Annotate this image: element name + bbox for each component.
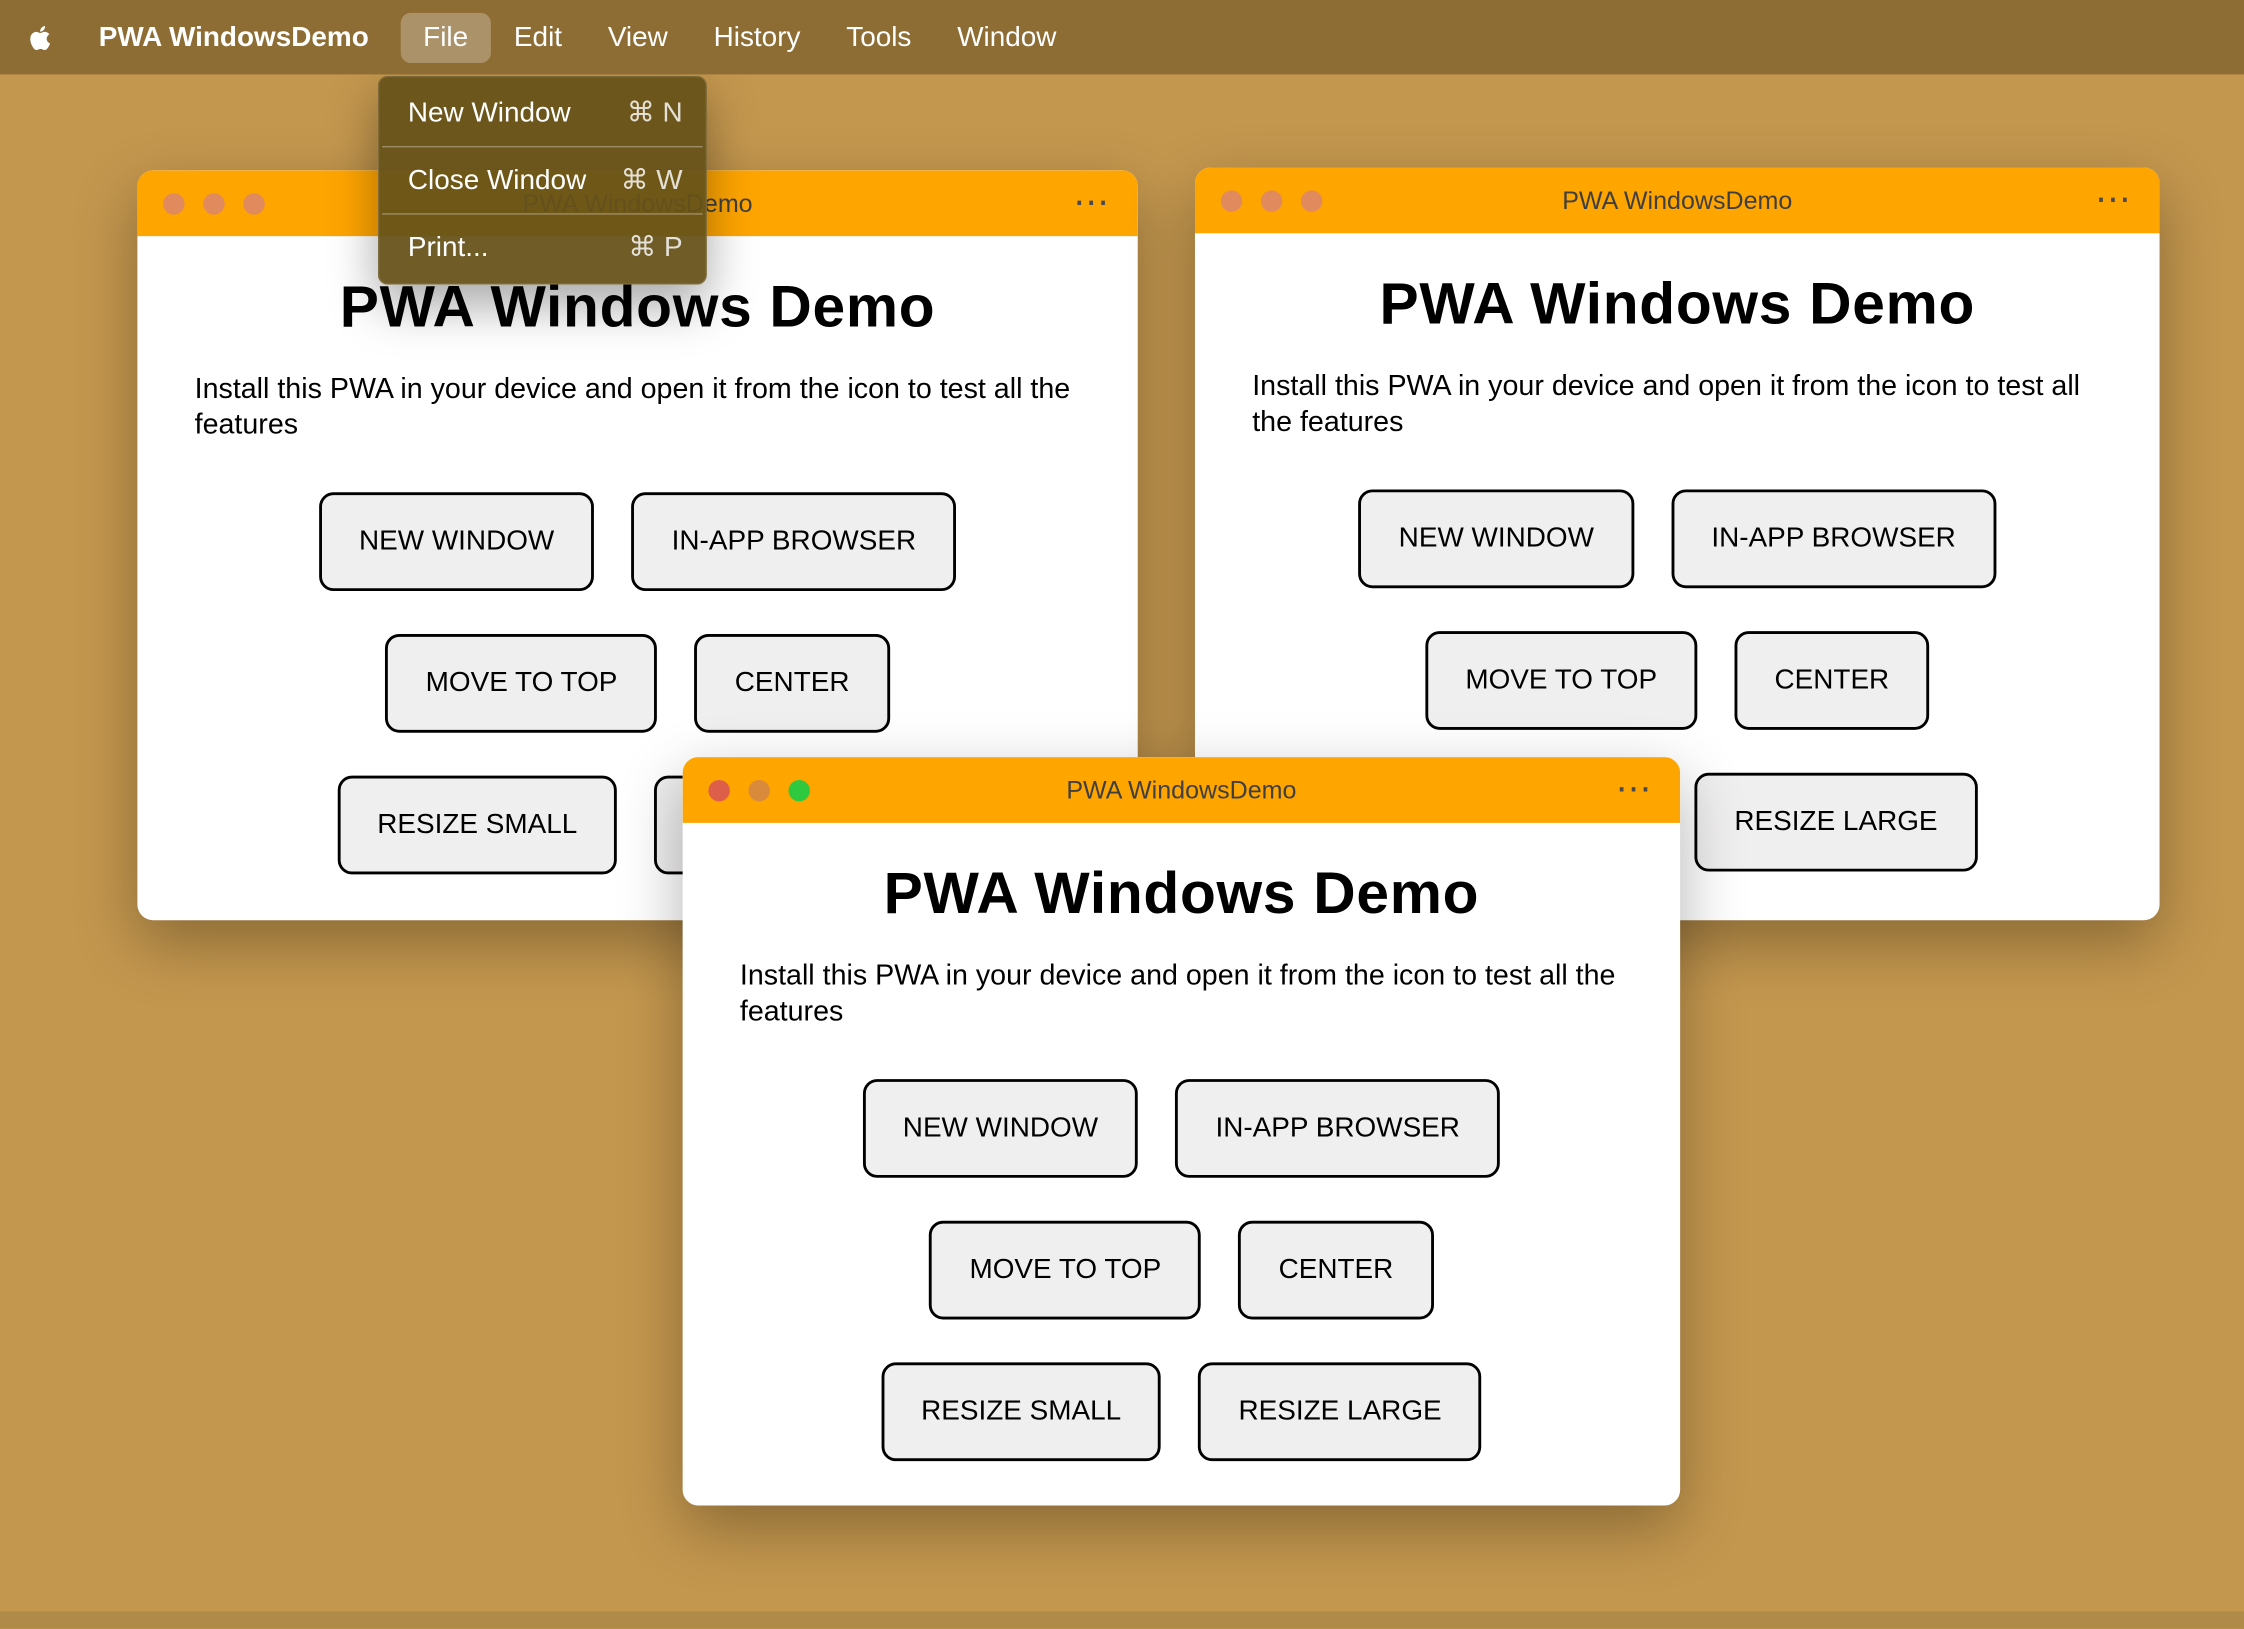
window-title: PWA WindowsDemo xyxy=(1562,185,1793,214)
pwa-window-front-focused[interactable]: PWA WindowsDemo ⋯ PWA Windows Demo Insta… xyxy=(682,757,1681,1506)
menu-bar: PWA WindowsDemo File Edit View History T… xyxy=(0,0,2244,75)
button-row: MOVE TO TOP CENTER xyxy=(195,633,1081,733)
new-window-button[interactable]: NEW WINDOW xyxy=(1358,488,1635,588)
menu-item-label: New Window xyxy=(407,96,571,129)
window-titlebar[interactable]: PWA WindowsDemo ⋯ xyxy=(682,757,1681,823)
new-window-button[interactable]: NEW WINDOW xyxy=(318,491,595,591)
traffic-lights xyxy=(163,192,265,214)
button-row: NEW WINDOW IN-APP BROWSER xyxy=(195,491,1081,591)
desktop: PWA WindowsDemo File Edit View History T… xyxy=(0,0,2244,1629)
menubar-item-edit[interactable]: Edit xyxy=(491,12,585,62)
menubar-item-tools[interactable]: Tools xyxy=(823,12,934,62)
minimize-button[interactable] xyxy=(203,192,225,214)
menu-item-label: Close Window xyxy=(407,163,587,196)
in-app-browser-button[interactable]: IN-APP BROWSER xyxy=(631,491,957,591)
apple-menu-icon[interactable] xyxy=(26,22,56,52)
new-window-button[interactable]: NEW WINDOW xyxy=(862,1078,1139,1178)
menu-item-label: Print... xyxy=(407,231,489,263)
menubar-item-file[interactable]: File xyxy=(400,12,492,63)
menu-item-shortcut: ⌘ P xyxy=(628,231,683,264)
window-content: PWA Windows Demo Install this PWA in you… xyxy=(683,860,1680,1461)
button-row: MOVE TO TOP CENTER xyxy=(740,1220,1623,1319)
traffic-lights xyxy=(708,779,811,801)
zoom-button[interactable] xyxy=(1300,189,1323,212)
menu-separator xyxy=(382,213,703,215)
page-title: PWA Windows Demo xyxy=(1379,270,1976,337)
resize-large-button[interactable]: RESIZE LARGE xyxy=(1198,1361,1482,1461)
resize-large-button[interactable]: RESIZE LARGE xyxy=(1694,772,1978,871)
zoom-button[interactable] xyxy=(788,779,811,801)
menu-separator xyxy=(382,145,703,148)
menu-item-print[interactable]: Print... ⌘ P xyxy=(379,219,705,276)
center-button[interactable]: CENTER xyxy=(1734,630,1930,730)
more-options-button[interactable]: ⋯ xyxy=(1616,768,1652,811)
button-row: NEW WINDOW IN-APP BROWSER xyxy=(1252,488,2102,588)
menu-item-shortcut: ⌘ N xyxy=(626,97,683,129)
button-row: MOVE TO TOP CENTER xyxy=(1252,630,2102,730)
menubar-item-window[interactable]: Window xyxy=(934,12,1079,62)
resize-small-button[interactable]: RESIZE SMALL xyxy=(881,1361,1162,1461)
button-row: NEW WINDOW IN-APP BROWSER xyxy=(740,1078,1623,1178)
menubar-app-name[interactable]: PWA WindowsDemo xyxy=(79,14,389,61)
close-button[interactable] xyxy=(708,779,730,801)
more-options-button[interactable]: ⋯ xyxy=(1073,181,1109,224)
center-button[interactable]: CENTER xyxy=(694,633,890,733)
move-to-top-button[interactable]: MOVE TO TOP xyxy=(385,633,658,733)
file-dropdown-menu: New Window ⌘ N Close Window ⌘ W Print...… xyxy=(377,75,707,285)
menubar-item-history[interactable]: History xyxy=(691,12,824,62)
more-options-button[interactable]: ⋯ xyxy=(2095,178,2131,221)
window-titlebar[interactable]: PWA WindowsDemo ⋯ xyxy=(1194,167,2160,234)
traffic-lights xyxy=(1220,189,1323,212)
menubar-item-view[interactable]: View xyxy=(585,12,691,62)
move-to-top-button[interactable]: MOVE TO TOP xyxy=(929,1220,1202,1319)
page-title: PWA Windows Demo xyxy=(883,860,1480,926)
close-button[interactable] xyxy=(1220,189,1243,212)
in-app-browser-button[interactable]: IN-APP BROWSER xyxy=(1175,1078,1501,1178)
center-button[interactable]: CENTER xyxy=(1238,1220,1434,1319)
desktop-edge xyxy=(0,1611,2244,1629)
minimize-button[interactable] xyxy=(1260,189,1283,212)
window-title: PWA WindowsDemo xyxy=(1066,774,1297,804)
zoom-button[interactable] xyxy=(243,192,265,214)
menu-item-new-window[interactable]: New Window ⌘ N xyxy=(379,84,705,141)
resize-small-button[interactable]: RESIZE SMALL xyxy=(337,775,618,874)
page-description: Install this PWA in your device and open… xyxy=(194,373,1071,441)
in-app-browser-button[interactable]: IN-APP BROWSER xyxy=(1671,488,1996,588)
move-to-top-button[interactable]: MOVE TO TOP xyxy=(1425,630,1698,730)
menu-item-close-window[interactable]: Close Window ⌘ W xyxy=(379,152,705,209)
page-description: Install this PWA in your device and open… xyxy=(1252,370,2081,438)
minimize-button[interactable] xyxy=(748,779,770,801)
close-button[interactable] xyxy=(163,192,185,214)
button-row: RESIZE SMALL RESIZE LARGE xyxy=(740,1361,1623,1461)
menu-item-shortcut: ⌘ W xyxy=(620,164,683,197)
page-description: Install this PWA in your device and open… xyxy=(739,960,1616,1028)
